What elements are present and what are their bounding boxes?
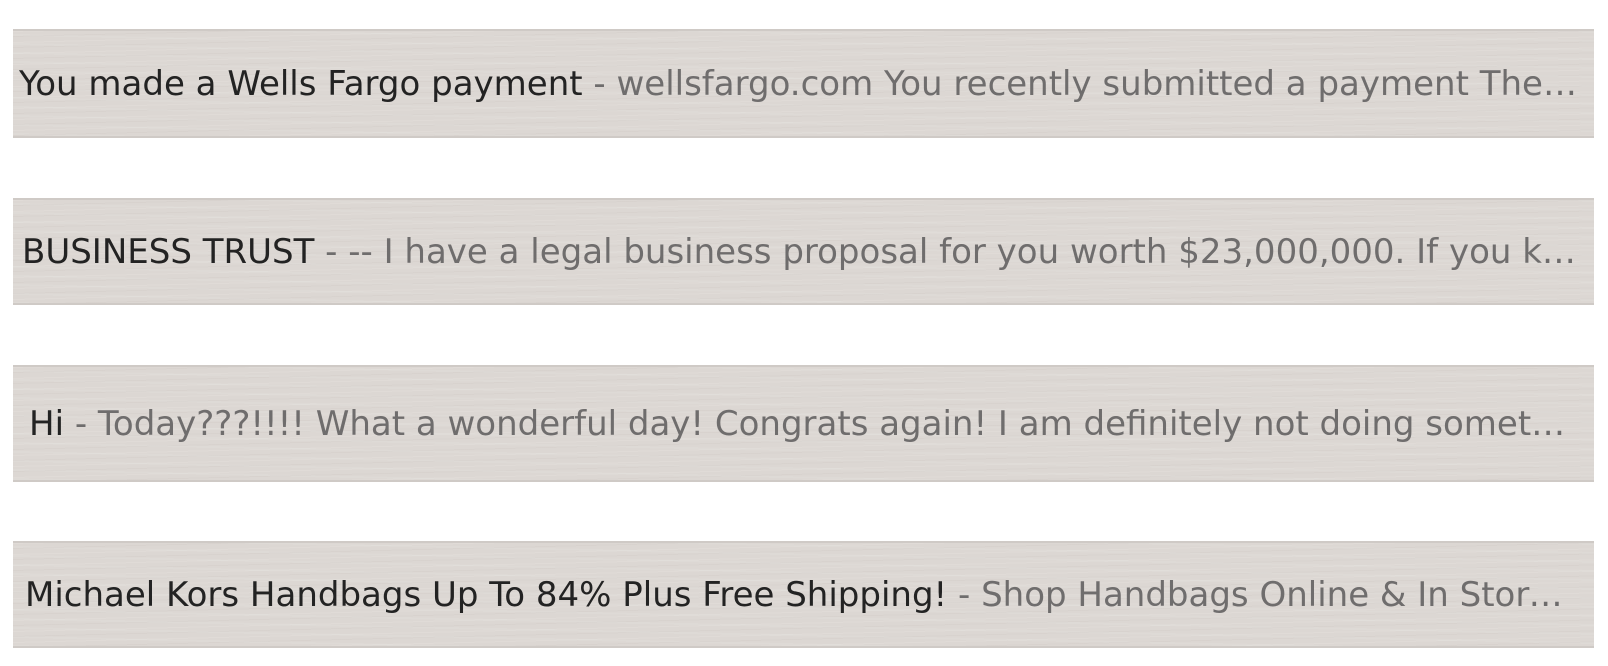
email-separator: - [582, 63, 617, 104]
email-row-text: BUSINESS TRUST - -- I have a legal busin… [13, 230, 1580, 274]
email-subject: Hi [29, 403, 65, 444]
email-row-text: Michael Kors Handbags Up To 84% Plus Fre… [13, 573, 1580, 617]
email-snippet: Today???!!!! What a wonderful day! Congr… [97, 403, 1580, 444]
email-subject: BUSINESS TRUST [22, 231, 315, 272]
email-subject: You made a Wells Fargo payment [19, 63, 583, 104]
email-separator: - [64, 403, 98, 444]
email-row[interactable]: BUSINESS TRUST - -- I have a legal busin… [13, 198, 1594, 305]
email-snippet: wellsfargo.com You recently submitted a … [616, 63, 1580, 104]
email-separator: - [314, 231, 349, 272]
email-row-text: Hi - Today???!!!! What a wonderful day! … [13, 402, 1580, 446]
email-snippet: Shop Handbags Online & In Stores Today [981, 574, 1580, 615]
email-snippet: -- I have a legal business proposal for … [348, 231, 1580, 272]
email-separator: - [947, 574, 982, 615]
email-row[interactable]: Hi - Today???!!!! What a wonderful day! … [13, 365, 1594, 482]
email-row[interactable]: Michael Kors Handbags Up To 84% Plus Fre… [13, 541, 1594, 648]
email-row[interactable]: You made a Wells Fargo payment - wellsfa… [13, 29, 1594, 138]
email-subject: Michael Kors Handbags Up To 84% Plus Fre… [25, 574, 948, 615]
email-row-text: You made a Wells Fargo payment - wellsfa… [13, 62, 1580, 106]
